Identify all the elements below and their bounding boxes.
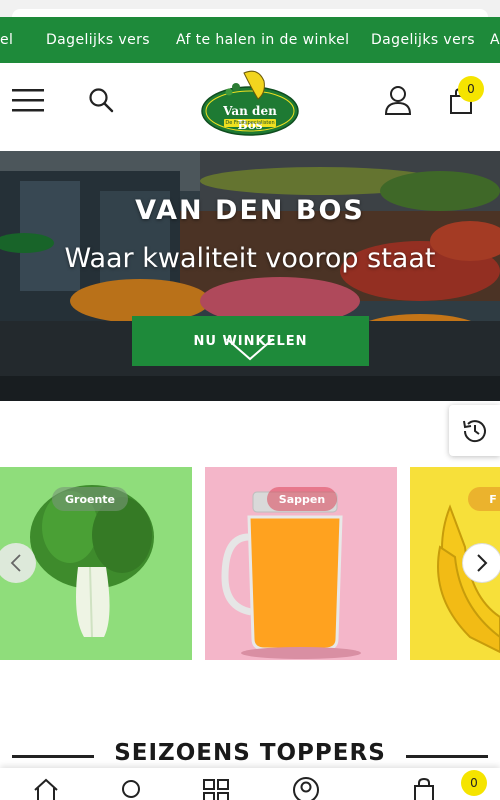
announcement-item: Dagelijks vers	[46, 32, 150, 48]
page: el Dagelijks vers Af te halen in de wink…	[0, 0, 500, 800]
browser-top-strip	[0, 0, 500, 17]
grid-icon	[203, 779, 229, 800]
announcement-item: el	[0, 32, 14, 48]
nav-search[interactable]	[118, 778, 146, 800]
section-title: SEIZOENS TOPPERS	[114, 740, 386, 766]
chevron-down-icon[interactable]	[225, 337, 275, 363]
hero-title: VAN DEN BOS	[135, 195, 365, 226]
chevron-left-icon	[10, 554, 21, 572]
search-icon	[122, 780, 140, 798]
site-logo[interactable]: Van den Bos De Fruitspecialisten	[200, 67, 300, 137]
bottom-navigation: 0	[0, 768, 500, 800]
logo-tagline: De Fruitspecialisten	[225, 120, 275, 126]
home-icon	[34, 778, 58, 800]
announcement-bar: el Dagelijks vers Af te halen in de wink…	[0, 17, 500, 63]
user-icon	[384, 86, 412, 115]
hero-banner: VAN DEN BOS Waar kwaliteit voorop staat …	[0, 151, 500, 401]
category-label: Groente	[52, 487, 128, 511]
chevron-right-icon	[477, 554, 488, 572]
category-label: Sappen	[267, 487, 337, 511]
nav-cart-count-badge: 0	[461, 770, 487, 796]
cart-count-badge: 0	[458, 76, 484, 102]
search-icon	[89, 88, 114, 113]
nav-cart[interactable]	[410, 778, 438, 800]
announcement-item: A	[490, 32, 500, 48]
hero-subtitle: Waar kwaliteit voorop staat	[64, 243, 436, 274]
hamburger-icon	[12, 89, 44, 112]
carousel-next-button[interactable]	[462, 543, 500, 583]
menu-button[interactable]	[10, 85, 46, 115]
category-card-sappen[interactable]: Sappen	[205, 467, 397, 660]
announcement-item: Af te halen in de winkel	[176, 32, 350, 48]
account-icon	[293, 777, 319, 800]
announcement-item: Dagelijks vers	[371, 32, 475, 48]
logo-name: Van den Bos	[223, 104, 277, 132]
search-button[interactable]	[86, 85, 116, 115]
history-icon	[462, 419, 486, 442]
site-header: Van den Bos De Fruitspecialisten 0	[0, 63, 500, 151]
cart-icon	[414, 778, 434, 800]
recently-viewed-tab[interactable]	[449, 405, 500, 456]
nav-home[interactable]	[32, 778, 60, 800]
nav-account[interactable]	[291, 777, 321, 800]
account-button[interactable]	[382, 83, 414, 117]
nav-collections[interactable]	[202, 778, 230, 800]
category-label: F	[468, 487, 500, 511]
